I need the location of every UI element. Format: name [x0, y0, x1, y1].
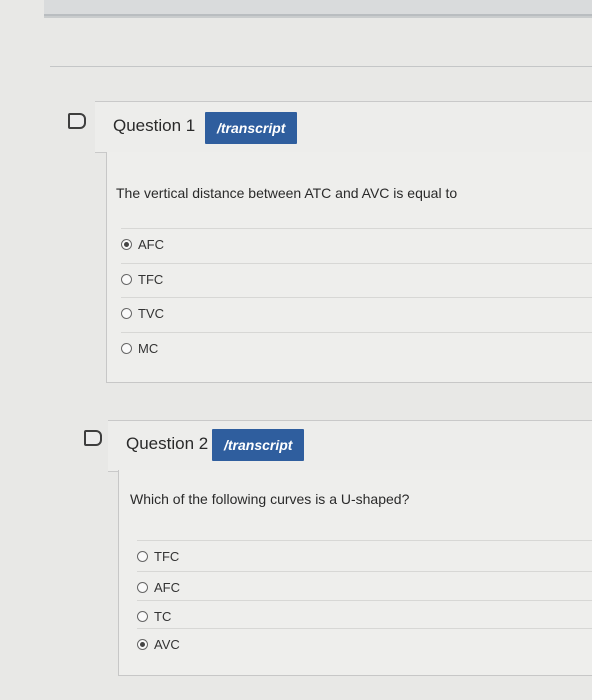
question-1-transcript-button[interactable]: /transcript: [205, 112, 298, 144]
question-2-option-tc[interactable]: TC: [137, 600, 592, 631]
option-label: TC: [154, 608, 172, 624]
radio-button[interactable]: [137, 550, 148, 562]
option-label: TFC: [138, 271, 164, 287]
radio-button-selected[interactable]: [137, 638, 148, 650]
option-label: MC: [138, 340, 159, 356]
question-2-option-tfc[interactable]: TFC: [137, 540, 592, 571]
question-1-option-mc[interactable]: MC: [121, 332, 592, 363]
radio-button[interactable]: [137, 610, 148, 622]
radio-button[interactable]: [121, 342, 132, 354]
question-1-body: The vertical distance between ATC and AV…: [106, 152, 592, 383]
question-1-header: Question 1 /transcript: [95, 101, 592, 153]
section-divider: [50, 66, 592, 67]
radio-button-selected[interactable]: [121, 238, 132, 250]
option-label: AFC: [138, 236, 164, 252]
top-bar: [44, 0, 592, 16]
question-1-option-afc[interactable]: AFC: [121, 228, 592, 259]
option-label: TVC: [138, 305, 164, 321]
question-2-text: Which of the following curves is a U-sha…: [130, 491, 410, 507]
question-2-header: Question 2 /transcript: [108, 420, 592, 472]
option-label: AVC: [154, 636, 180, 652]
flag-icon[interactable]: [68, 113, 86, 129]
option-label: AFC: [154, 579, 180, 595]
question-1-text: The vertical distance between ATC and AV…: [116, 185, 458, 201]
option-label: TFC: [154, 548, 180, 564]
question-1-title: Question 1: [113, 116, 196, 135]
question-2-body: Which of the following curves is a U-sha…: [118, 470, 592, 676]
top-bar-divider: [44, 16, 592, 18]
question-2-option-avc[interactable]: AVC: [137, 628, 592, 659]
radio-button[interactable]: [137, 581, 148, 593]
question-1-option-tfc[interactable]: TFC: [121, 263, 592, 294]
question-2-title: Question 2: [126, 434, 209, 453]
radio-button[interactable]: [121, 307, 132, 319]
question-2-option-afc[interactable]: AFC: [137, 571, 592, 602]
flag-icon[interactable]: [84, 430, 102, 446]
question-2-transcript-button[interactable]: /transcript: [212, 429, 305, 461]
question-1-option-tvc[interactable]: TVC: [121, 297, 592, 328]
radio-button[interactable]: [121, 273, 132, 285]
